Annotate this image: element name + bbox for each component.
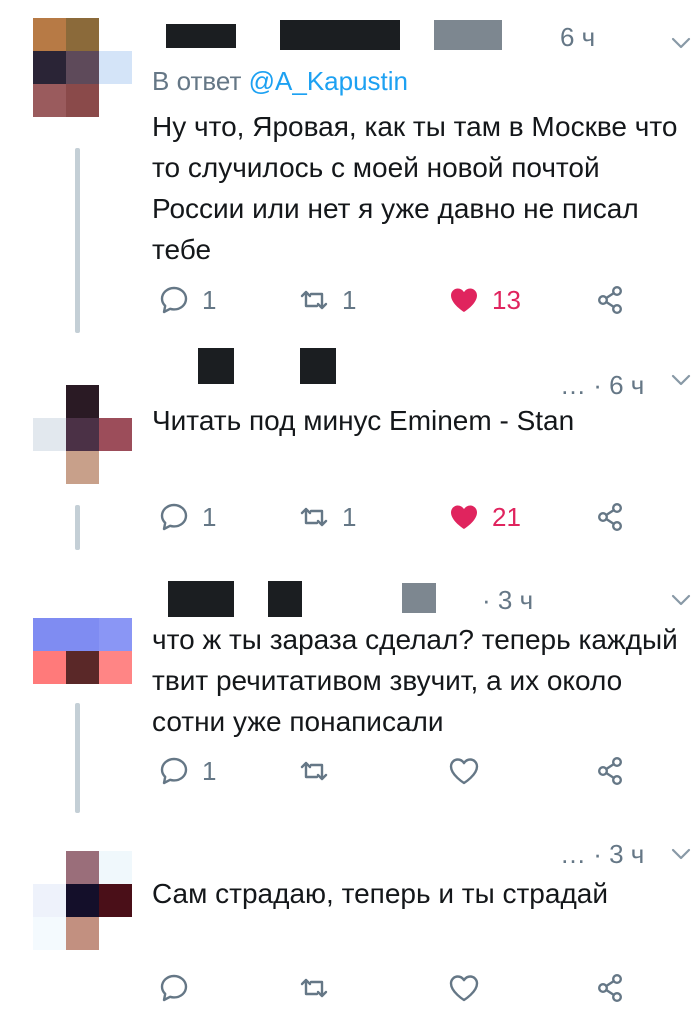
- tweet-4[interactable]: … · 3 ч Сам страдаю, теперь и ты страдай: [0, 825, 700, 1018]
- tweet-actions: 1 1 21: [152, 497, 652, 537]
- tweet-actions: 1: [152, 751, 652, 791]
- redacted-username: [166, 24, 236, 48]
- retweet-icon: [298, 284, 330, 316]
- reply-prefix: В ответ: [152, 66, 249, 96]
- like-button[interactable]: 21: [448, 497, 521, 537]
- thread-line: [75, 703, 80, 813]
- like-button[interactable]: 13: [448, 280, 521, 320]
- like-icon: [448, 972, 480, 1004]
- retweet-count: 1: [342, 284, 357, 315]
- like-icon: [448, 501, 480, 533]
- redacted-handle: [434, 20, 502, 50]
- reply-icon: [158, 755, 190, 787]
- redacted-username: [198, 348, 234, 384]
- retweet-icon: [298, 501, 330, 533]
- reply-button[interactable]: [158, 968, 202, 1008]
- like-count: 21: [492, 501, 521, 532]
- avatar[interactable]: [33, 618, 132, 717]
- tweet-time: · 3 ч: [482, 585, 534, 615]
- like-button[interactable]: [448, 968, 492, 1008]
- retweet-button[interactable]: [298, 968, 342, 1008]
- retweet-button[interactable]: 1: [298, 280, 356, 320]
- tweet-time: … · 6 ч: [560, 370, 645, 400]
- chevron-down-icon[interactable]: [670, 369, 692, 391]
- redacted-handle: [300, 348, 336, 384]
- thread-line: [75, 505, 80, 550]
- reply-handle-link[interactable]: @A_Kapustin: [249, 66, 408, 96]
- redacted-handle: [402, 583, 436, 613]
- tweet-2[interactable]: … · 6 ч Читать под минус Eminem - Stan 1…: [0, 345, 700, 563]
- tweet-header: … · 6 ч: [152, 348, 700, 400]
- reply-count: 1: [202, 755, 217, 786]
- reply-button[interactable]: 1: [158, 751, 216, 791]
- redacted-username: [280, 20, 400, 50]
- avatar[interactable]: [33, 18, 132, 117]
- tweet-1[interactable]: 6 ч В ответ @A_Kapustin Ну что, Яровая, …: [0, 0, 700, 345]
- chevron-down-icon[interactable]: [670, 843, 692, 865]
- like-button[interactable]: [448, 751, 492, 791]
- like-icon: [448, 755, 480, 787]
- tweet-text: что ж ты зараза сделал? теперь каждый тв…: [152, 624, 678, 737]
- tweet-text: Читать под минус Eminem - Stan: [152, 405, 575, 436]
- avatar[interactable]: [33, 851, 132, 950]
- thread-line: [75, 148, 80, 333]
- share-icon: [594, 972, 626, 1004]
- reply-to: В ответ @A_Kapustin: [152, 66, 408, 97]
- tweet-header: · 3 ч: [152, 581, 700, 621]
- redacted-username: [268, 581, 302, 617]
- share-icon: [594, 755, 626, 787]
- reply-button[interactable]: 1: [158, 497, 216, 537]
- share-icon: [594, 501, 626, 533]
- reply-icon: [158, 501, 190, 533]
- reply-icon: [158, 972, 190, 1004]
- reply-count: 1: [202, 284, 217, 315]
- share-icon: [594, 284, 626, 316]
- tweet-text: Ну что, Яровая, как ты там в Москве что …: [152, 111, 678, 265]
- reply-icon: [158, 284, 190, 316]
- tweet-text: Сам страдаю, теперь и ты страдай: [152, 878, 608, 909]
- share-button[interactable]: [594, 497, 626, 537]
- tweet-actions: [152, 968, 652, 1008]
- retweet-button[interactable]: 1: [298, 497, 356, 537]
- share-button[interactable]: [594, 751, 626, 791]
- tweet-actions: 1 1 13: [152, 280, 652, 320]
- like-count: 13: [492, 284, 521, 315]
- reply-button[interactable]: 1: [158, 280, 216, 320]
- tweet-3[interactable]: · 3 ч что ж ты зараза сделал? теперь каж…: [0, 563, 700, 825]
- redacted-username: [168, 581, 234, 617]
- share-button[interactable]: [594, 280, 626, 320]
- like-icon: [448, 284, 480, 316]
- chevron-down-icon[interactable]: [670, 589, 692, 611]
- tweet-time: … · 3 ч: [560, 839, 645, 869]
- retweet-button[interactable]: [298, 751, 342, 791]
- retweet-count: 1: [342, 501, 357, 532]
- retweet-icon: [298, 755, 330, 787]
- share-button[interactable]: [594, 968, 626, 1008]
- chevron-down-icon[interactable]: [670, 32, 692, 54]
- reply-count: 1: [202, 501, 217, 532]
- avatar[interactable]: [33, 385, 132, 484]
- retweet-icon: [298, 972, 330, 1004]
- tweet-header: 6 ч: [152, 18, 700, 58]
- tweet-time: 6 ч: [560, 22, 596, 52]
